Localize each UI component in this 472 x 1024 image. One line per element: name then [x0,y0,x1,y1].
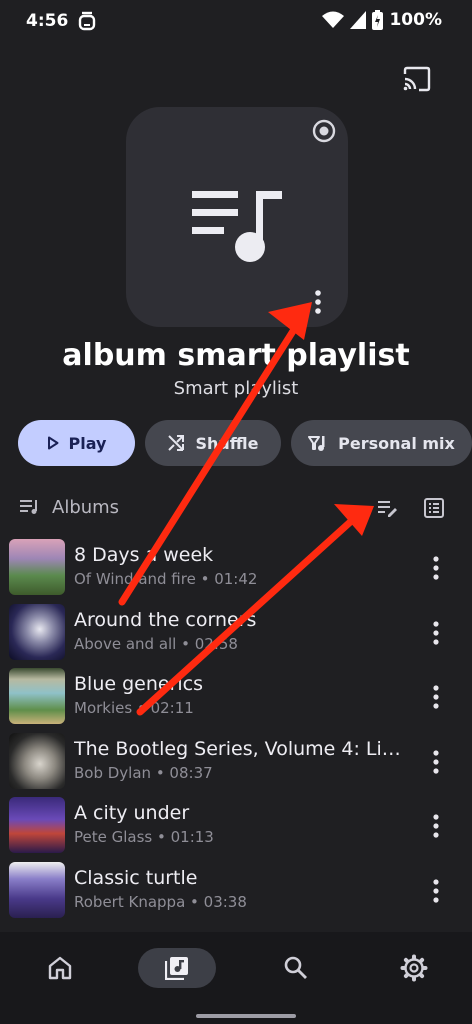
bottom-navigation [0,932,472,1024]
status-indicators: 100% [322,10,442,30]
more-vert-icon[interactable] [312,288,324,318]
shuffle-label: Shuffle [195,433,259,453]
personal-mix-button[interactable]: Personal mix [291,420,472,466]
status-bar: 4:56 100% [0,0,472,44]
track-title: Classic turtle [74,866,198,889]
signal-icon [350,11,367,29]
mix-icon [308,436,325,451]
sort-list-icon [20,500,37,514]
track-title: Around the corners [74,608,257,631]
shuffle-icon [168,435,185,451]
playlist-artwork [126,107,348,327]
track-list: 8 Days a week Of Wind and fire • 01:42 A… [0,536,472,923]
cast-icon[interactable] [402,66,432,92]
nav-home[interactable] [30,948,90,988]
playlist-title: album smart playlist [62,338,410,373]
list-item[interactable]: The Bootleg Series, Volume 4: Live... Bo… [0,730,472,795]
nav-settings[interactable] [384,948,444,988]
album-badge-icon [312,119,336,143]
nav-library[interactable] [138,948,216,988]
list-view-icon[interactable] [423,497,445,519]
wifi-icon [322,11,345,28]
play-button[interactable]: Play [18,420,135,466]
search-icon [284,956,307,979]
status-time: 4:56 [26,11,69,31]
album-cover [9,861,65,918]
mix-label: Personal mix [338,433,455,453]
annotation-arrowhead [334,504,374,536]
more-vert-icon[interactable] [430,620,442,646]
track-subtitle: Of Wind and fire • 01:42 [74,570,258,588]
album-cover [9,539,65,595]
library-icon [165,957,188,980]
battery-icon [372,10,384,30]
album-cover [9,732,65,789]
track-title: A city under [74,802,190,824]
list-item[interactable]: Around the corners Above and all • 02:58 [0,601,472,666]
alarm-icon [78,11,96,31]
track-subtitle: Pete Glass • 01:13 [74,828,214,846]
track-subtitle: Above and all • 02:58 [74,634,238,653]
track-title: Blue generics [74,673,204,695]
track-subtitle: Morkies • 02:11 [74,699,194,717]
track-title: 8 Days a week [74,544,214,566]
more-vert-icon[interactable] [430,878,442,904]
album-cover [9,668,65,724]
battery-percent: 100% [389,10,442,30]
playlist-edit-icon[interactable] [376,497,398,519]
list-item[interactable]: A city under Pete Glass • 01:13 [0,794,472,859]
gesture-bar[interactable] [196,1014,296,1018]
play-icon [47,436,59,450]
settings-icon [400,954,428,982]
more-vert-icon[interactable] [430,813,442,839]
track-subtitle: Bob Dylan • 08:37 [74,763,213,782]
more-vert-icon[interactable] [430,555,442,581]
section-label: Albums [52,496,120,518]
section-header: Albums [20,492,119,522]
track-subtitle: Robert Knappa • 03:38 [74,892,247,911]
list-item[interactable]: Classic turtle Robert Knappa • 03:38 [0,859,472,924]
album-cover [9,797,65,853]
track-title: The Bootleg Series, Volume 4: Live... [74,737,410,760]
playlist-note-icon [192,191,282,262]
play-label: Play [68,433,107,453]
album-cover [9,603,65,660]
shuffle-button[interactable]: Shuffle [145,420,281,466]
more-vert-icon[interactable] [430,684,442,710]
list-item[interactable]: Blue generics Morkies • 02:11 [0,665,472,730]
playlist-subtitle: Smart playlist [173,378,299,399]
nav-search[interactable] [266,948,326,988]
list-item[interactable]: 8 Days a week Of Wind and fire • 01:42 [0,536,472,601]
home-icon [48,956,72,980]
more-vert-icon[interactable] [430,749,442,775]
